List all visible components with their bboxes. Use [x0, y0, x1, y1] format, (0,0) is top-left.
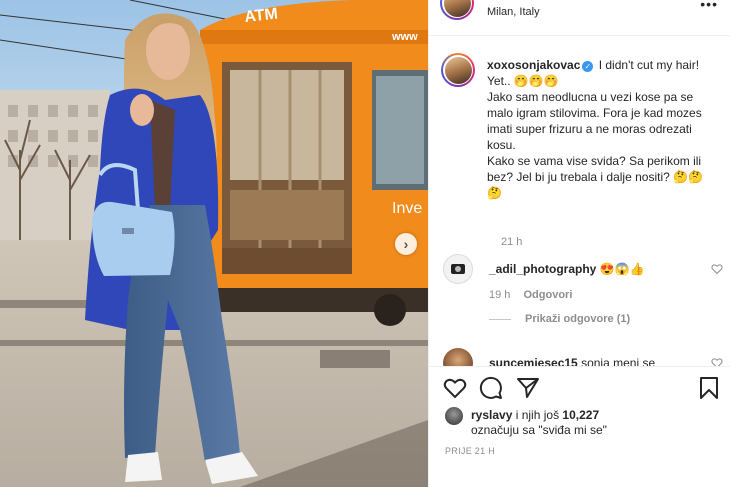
likes-text: ryslavy i njih još 10,227 označuju sa "s… — [471, 408, 711, 438]
comment-body: 😍😱👍 — [599, 262, 645, 276]
post-actions: ryslavy i njih još 10,227 označuju sa "s… — [429, 366, 730, 487]
comment-icon[interactable] — [479, 376, 503, 400]
tram-sign-top: ATM — [244, 6, 279, 26]
caption-username[interactable]: xoxosonjakovac — [487, 58, 580, 72]
tram-side-text: Inve — [392, 200, 422, 217]
next-photo-button[interactable]: › — [395, 233, 417, 255]
comment-username[interactable]: _adil_photography — [489, 262, 596, 276]
liker-avatar[interactable] — [445, 407, 463, 425]
comment-meta: 19 h Odgovori — [489, 289, 582, 301]
liker-name[interactable]: ryslavy — [471, 408, 512, 422]
comment-text: _adil_photography 😍😱👍 — [489, 261, 699, 277]
caption-text: xoxosonjakovac ✓ I didn't cut my hair! Ye… — [487, 57, 717, 201]
more-icon[interactable]: ••• — [700, 0, 718, 12]
post-side-panel: Milan, Italy ••• xoxosonjakovac ✓ I didn'… — [428, 0, 730, 487]
tram-sign-web: www — [391, 31, 418, 43]
bookmark-icon[interactable] — [697, 376, 721, 400]
paper-plane-icon[interactable] — [516, 376, 540, 400]
post-photo[interactable]: ATM www Inve › — [0, 0, 428, 487]
post-location[interactable]: Milan, Italy — [487, 6, 540, 18]
replies-divider — [489, 318, 511, 320]
view-replies-button[interactable]: Prikaži odgovore (1) — [489, 313, 630, 325]
likes-middle: i njih još — [515, 408, 560, 422]
caption-time[interactable]: 21 h — [501, 236, 522, 248]
view-replies-label: Prikaži odgovore (1) — [525, 313, 631, 325]
post-date[interactable]: PRIJE 21 H — [445, 446, 495, 456]
comment-like-icon[interactable] — [711, 263, 723, 275]
comment-time[interactable]: 19 h — [489, 289, 510, 301]
verified-badge-icon: ✓ — [582, 61, 594, 72]
comments-section: xoxosonjakovac ✓ I didn't cut my hair! Ye… — [429, 37, 730, 369]
camera-icon — [451, 264, 465, 274]
photo-illustration: ATM www Inve — [0, 0, 428, 487]
caption-body: Jako sam neodlucna u vezi kose pa se mal… — [487, 90, 703, 200]
chevron-right-icon: › — [403, 236, 409, 252]
caption-avatar[interactable] — [441, 53, 475, 87]
likes-suffix: označuju sa "sviđa mi se" — [471, 423, 607, 437]
post-header: Milan, Italy ••• — [429, 0, 730, 36]
likes-count[interactable]: 10,227 — [562, 408, 599, 422]
commenter-avatar[interactable] — [443, 254, 473, 284]
author-avatar[interactable] — [440, 0, 474, 20]
reply-button[interactable]: Odgovori — [523, 289, 572, 301]
heart-icon[interactable] — [443, 376, 467, 400]
